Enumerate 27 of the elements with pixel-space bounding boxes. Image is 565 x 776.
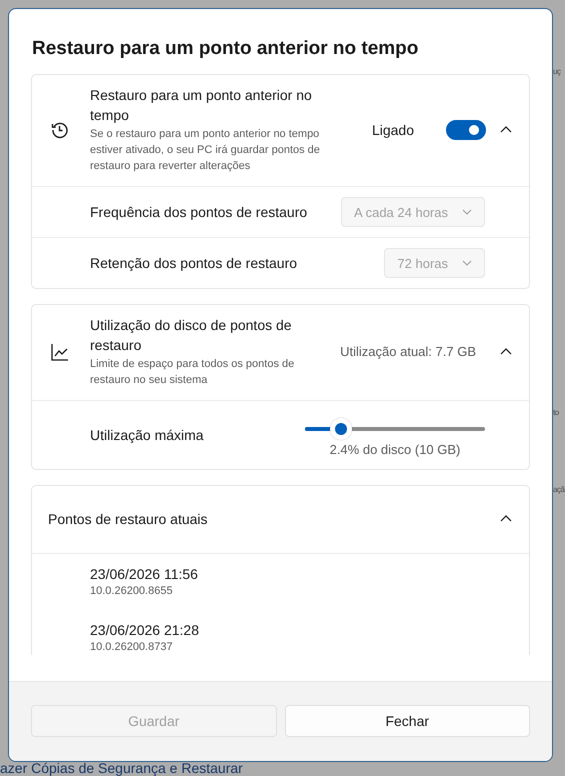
restore-point-date: 23/06/2026 21:28 <box>90 621 200 640</box>
setting-description: Se o restauro para um ponto anterior no tempo estiver ativado, o seu PC irá guardar pontos de restauro para reverter alterações <box>90 127 321 174</box>
background-text: açã <box>553 484 564 495</box>
restore-point-version: 10.0.26200.8655 <box>90 584 174 598</box>
history-icon <box>50 120 70 140</box>
dialog-title: Restauro para um ponto anterior no tempo <box>32 37 420 61</box>
setting-label: Retenção dos pontos de restauro <box>90 255 298 271</box>
slider-value: 2.4% do disco (10 GB) <box>330 442 460 456</box>
setting-label: Frequência dos pontos de restauro <box>90 204 308 220</box>
chevron-down-icon <box>462 209 472 215</box>
toggle-switch[interactable] <box>446 120 486 140</box>
line-chart-icon <box>50 342 70 362</box>
restore-point-version: 10.0.26200.8737 <box>90 640 174 654</box>
setting-title: Restauro para um ponto anterior no tempo <box>90 86 313 125</box>
chevron-down-icon <box>462 260 472 266</box>
background-text: uç <box>553 66 560 77</box>
dialog-button[interactable]: Fechar <box>284 705 530 737</box>
background-text: to <box>553 407 559 418</box>
usage-text: Utilização atual: 7.7 GB <box>340 344 476 359</box>
slider[interactable] <box>305 418 485 440</box>
background-link[interactable]: azer Cópias de Segurança e Restaurar <box>0 760 243 776</box>
setting-title: Utilização do disco de pontos de restauro <box>90 316 293 355</box>
section-title: Pontos de restauro atuais <box>48 510 209 526</box>
setting-label: Utilização máxima <box>90 427 204 443</box>
restore-point-date: 23/06/2026 11:56 <box>90 565 199 584</box>
setting-description: Limite de espaço para todos os pontos de restauro no seu sistema <box>90 357 296 388</box>
toggle-state-label: Ligado <box>372 122 414 138</box>
